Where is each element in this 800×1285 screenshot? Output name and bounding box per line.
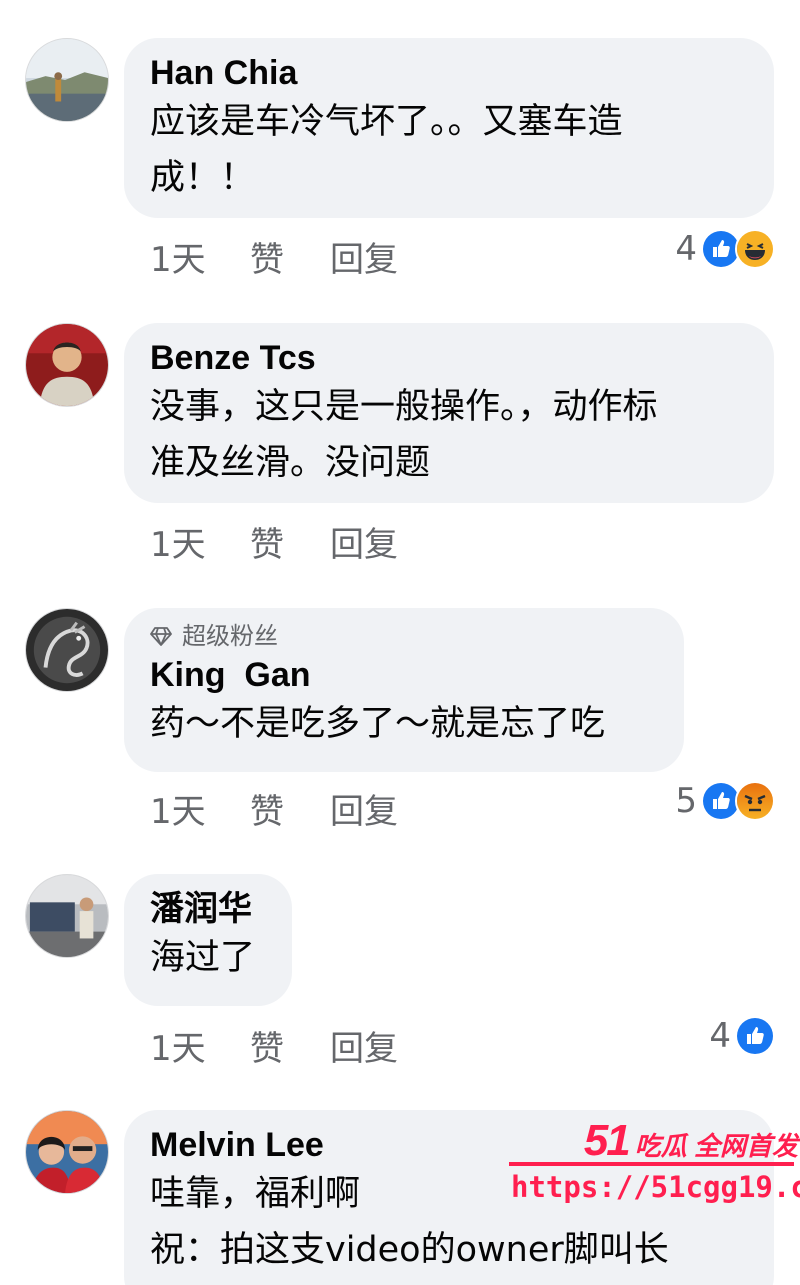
reply-button[interactable]: 回复 (330, 232, 398, 281)
comment-actions: 1天 赞 回复 (150, 231, 398, 281)
comment-time[interactable]: 1天 (150, 784, 250, 833)
top-fan-badge: 超级粉丝 (150, 620, 658, 652)
comments-page: Han Chia 应该是车冷气坏了。。又塞车造 成！！ 1天 赞 回复 4 Be… (0, 0, 800, 1285)
avatar[interactable] (25, 608, 109, 692)
comment-bubble: Han Chia 应该是车冷气坏了。。又塞车造 成！！ (124, 38, 774, 218)
comment-author[interactable]: Benze Tcs (150, 337, 748, 379)
avatar[interactable] (25, 874, 109, 958)
comment-author[interactable]: Han Chia (150, 52, 748, 94)
comment-actions: 1天 赞 回复 (150, 516, 398, 566)
reaction-count: 5 (675, 781, 697, 821)
top-fan-label: 超级粉丝 (182, 622, 278, 650)
comment-text-line: 应该是车冷气坏了。。又塞车造 (150, 102, 623, 142)
avatar[interactable] (25, 38, 109, 122)
watermark-brand-number: 51 (583, 1116, 631, 1165)
comment-text-line: 准及丝滑。没问题 (150, 443, 431, 483)
like-button[interactable]: 赞 (250, 784, 330, 833)
comment-text-line: 祝：拍这支video的owner脚叫长 (150, 1230, 669, 1270)
reaction-summary[interactable]: 4 (709, 1011, 775, 1061)
avatar-photo-icon (26, 324, 108, 406)
reply-button[interactable]: 回复 (330, 517, 398, 566)
comment-author[interactable]: King Gan (150, 654, 658, 696)
haha-reaction-icon (735, 229, 775, 269)
avatar-dragon-icon (26, 609, 108, 691)
like-reaction-icon (735, 1016, 775, 1056)
comment-bubble: 潘润华 海过了 (124, 874, 292, 1006)
comment-text-line: 没事，这只是一般操作。，动作标 (150, 387, 658, 427)
like-button[interactable]: 赞 (250, 232, 330, 281)
diamond-icon (150, 627, 172, 646)
comment-text-line: 药～不是吃多了～就是忘了吃 (150, 704, 606, 744)
comment-author[interactable]: 潘润华 (150, 888, 266, 930)
watermark-brand-text: 吃瓜 全网首发 (634, 1131, 798, 1161)
comment-actions: 1天 赞 回复 (150, 1020, 398, 1070)
comment-text-line: 海过了 (150, 938, 256, 978)
comment-time[interactable]: 1天 (150, 1021, 250, 1070)
reply-button[interactable]: 回复 (330, 1021, 398, 1070)
avatar-photo-icon (26, 875, 108, 957)
avatar[interactable] (25, 323, 109, 407)
like-button[interactable]: 赞 (250, 517, 330, 566)
comment-actions: 1天 赞 回复 (150, 783, 398, 833)
comment-bubble: 超级粉丝 King Gan 药～不是吃多了～就是忘了吃 (124, 608, 684, 772)
watermark-divider (509, 1162, 794, 1166)
comment-text-line: 成！！ (150, 158, 256, 198)
avatar[interactable] (25, 1110, 109, 1194)
reply-button[interactable]: 回复 (330, 784, 398, 833)
comment-bubble: Benze Tcs 没事，这只是一般操作。，动作标 准及丝滑。没问题 (124, 323, 774, 503)
comment-time[interactable]: 1天 (150, 517, 250, 566)
reaction-count: 4 (709, 1016, 731, 1056)
comment-time[interactable]: 1天 (150, 232, 250, 281)
reaction-summary[interactable]: 5 (675, 776, 775, 826)
watermark-url: https://51cgg19.com (511, 1170, 800, 1204)
site-watermark: 51 吃瓜 全网首发 https://51cgg19.com (505, 1112, 800, 1212)
reaction-summary[interactable]: 4 (675, 224, 775, 274)
reaction-count: 4 (675, 229, 697, 269)
avatar-photo-icon (26, 39, 108, 121)
avatar-photo-icon (26, 1111, 108, 1193)
like-button[interactable]: 赞 (250, 1021, 330, 1070)
watermark-title: 51 吃瓜 全网首发 (584, 1116, 798, 1166)
angry-reaction-icon (735, 781, 775, 821)
